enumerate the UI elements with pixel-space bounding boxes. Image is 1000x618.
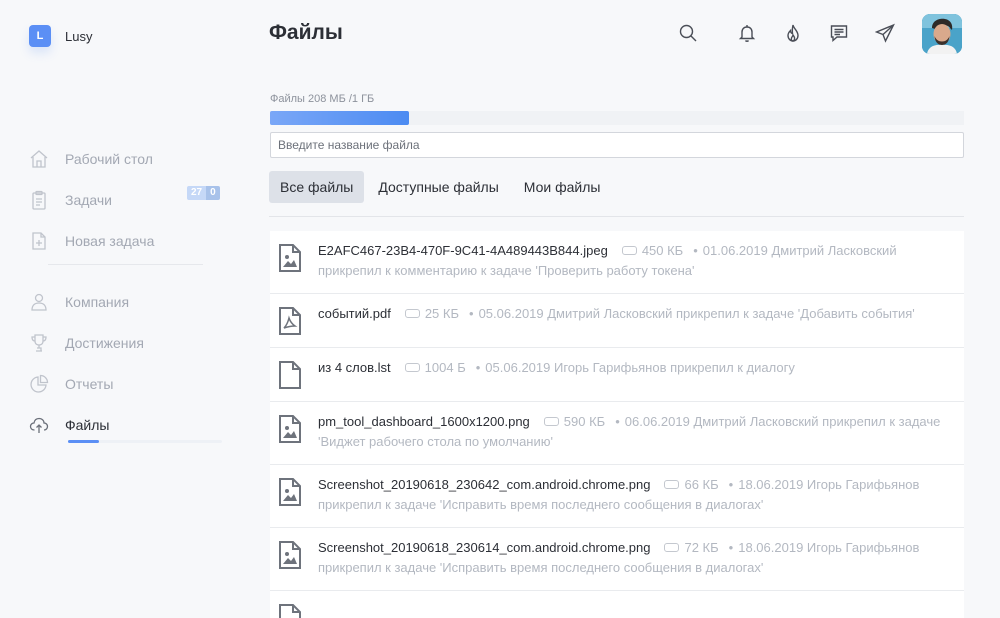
active-indicator [68, 440, 222, 443]
image-file-icon [278, 478, 302, 506]
disk-icon [664, 543, 680, 553]
avatar[interactable] [922, 14, 962, 54]
tab-my-files[interactable]: Мои файлы [513, 171, 612, 203]
brand-logo: L [29, 25, 51, 47]
sidebar-item-files[interactable]: Файлы [28, 404, 228, 445]
image-file-icon [278, 244, 302, 272]
clipboard-icon [28, 189, 50, 211]
storage-progress-bar [270, 111, 964, 125]
users-icon [28, 291, 50, 313]
disk-icon [664, 480, 680, 490]
list-item[interactable]: E2AFC467-23B4-470F-9C41-4A489443B844.jpe… [270, 231, 964, 294]
file-name: из 4 слов.lst [318, 360, 391, 375]
list-item[interactable]: Screenshot_20190618_230642_com.android.c… [270, 465, 964, 528]
file-search-input[interactable] [270, 132, 964, 158]
list-item[interactable]: pm_tool_dashboard_1600x1200.png 590 КБ • 06… [270, 402, 964, 465]
sidebar-item-company[interactable]: Компания [28, 281, 228, 322]
sidebar-nav: Рабочий стол Задачи Новая задача 27 0 Ко… [28, 138, 228, 445]
sidebar-item-label: Рабочий стол [65, 150, 153, 167]
tab-all-files[interactable]: Все файлы [269, 171, 365, 203]
sidebar-item-new-task[interactable]: Новая задача [28, 220, 228, 261]
sidebar-item-reports[interactable]: Отчеты [28, 363, 228, 404]
search-icon[interactable] [677, 22, 699, 44]
sidebar-item-label: Достижения [65, 334, 144, 351]
sidebar-divider [48, 264, 203, 265]
image-file-icon [278, 415, 302, 443]
file-size: 72 КБ [684, 540, 719, 555]
brand[interactable]: L Lusy [29, 25, 92, 47]
tasks-badges: 27 0 [187, 186, 220, 200]
file-list: E2AFC467-23B4-470F-9C41-4A489443B844.jpe… [270, 231, 964, 618]
sidebar-item-label: Задачи [65, 191, 113, 208]
disk-icon [543, 417, 559, 427]
separator-dot: • [615, 414, 620, 429]
storage-progress-fill [270, 111, 409, 125]
separator-dot: • [475, 360, 481, 375]
separator-dot: • [469, 306, 474, 321]
tasks-count-badge: 27 [187, 186, 207, 200]
sidebar-item-achievements[interactable]: Достижения [28, 322, 228, 363]
sidebar-item-dashboard[interactable]: Рабочий стол [28, 138, 228, 179]
cloud-icon [28, 414, 50, 436]
file-name: pm_tool_dashboard_1600x1200.png [318, 414, 530, 429]
file-size: 1004 Б [424, 360, 466, 375]
document-file-icon [278, 361, 302, 389]
home-icon [28, 148, 50, 170]
send-icon[interactable] [874, 22, 896, 44]
file-description: 05.06.2019 Дмитрий Ласковский прикрепил … [478, 306, 915, 321]
file-name: Screenshot_20190618_230614_com.android.c… [318, 540, 651, 555]
separator-dot: • [693, 243, 698, 258]
file-description: 05.06.2019 Игорь Гарифьянов прикрепил к … [485, 360, 795, 375]
storage-label: Файлы 208 МБ /1 ГБ [270, 93, 375, 105]
trophy-icon [28, 332, 50, 354]
tasks-new-badge: 0 [206, 186, 220, 200]
page-title: Файлы [269, 21, 343, 44]
sidebar: L Lusy Рабочий стол Задачи Новая задача … [0, 0, 240, 618]
file-name: Screenshot_20190618_230642_com.android.c… [318, 477, 651, 492]
avatar-image [922, 14, 962, 54]
new-task-icon [28, 230, 50, 252]
file-size: 25 КБ [424, 306, 460, 321]
file-size: 66 КБ [684, 477, 719, 492]
list-item[interactable]: событий.pdf 25 КБ • 05.06.2019 Дмитрий Ласк… [270, 294, 964, 348]
brand-name: Lusy [65, 28, 93, 44]
sidebar-item-label: Файлы [65, 416, 110, 433]
separator-dot: • [728, 477, 734, 492]
bell-icon[interactable] [736, 22, 758, 44]
disk-icon [621, 246, 637, 256]
header-toolbar [677, 22, 896, 44]
disk-icon [404, 309, 420, 319]
file-name: E2AFC467-23B4-470F-9C41-4A489443B844.jpe… [318, 243, 608, 258]
file-size: 590 КБ [563, 414, 606, 429]
disk-icon [404, 363, 420, 373]
list-item[interactable]: из 4 слов.lst 1004 Б • 05.06.2019 Игорь Гар… [270, 348, 964, 402]
sidebar-item-label: Компания [65, 293, 130, 310]
pie-chart-icon [28, 373, 50, 395]
sidebar-item-label: Новая задача [65, 232, 155, 249]
image-file-icon [278, 604, 302, 618]
file-size: 450 КБ [641, 243, 684, 258]
fire-icon[interactable] [782, 22, 804, 44]
list-item[interactable]: Screenshot_20190618_230614_com.android.c… [270, 528, 964, 591]
image-file-icon [278, 541, 302, 569]
list-item[interactable] [270, 591, 964, 618]
file-tabs: Все файлы Доступные файлы Мои файлы [269, 171, 614, 203]
pdf-file-icon [278, 307, 302, 335]
chat-icon[interactable] [828, 22, 850, 44]
sidebar-item-label: Отчеты [65, 375, 114, 392]
tabs-divider [269, 216, 964, 217]
file-name: событий.pdf [318, 306, 391, 321]
separator-dot: • [728, 540, 734, 555]
tab-available-files[interactable]: Доступные файлы [367, 171, 509, 203]
